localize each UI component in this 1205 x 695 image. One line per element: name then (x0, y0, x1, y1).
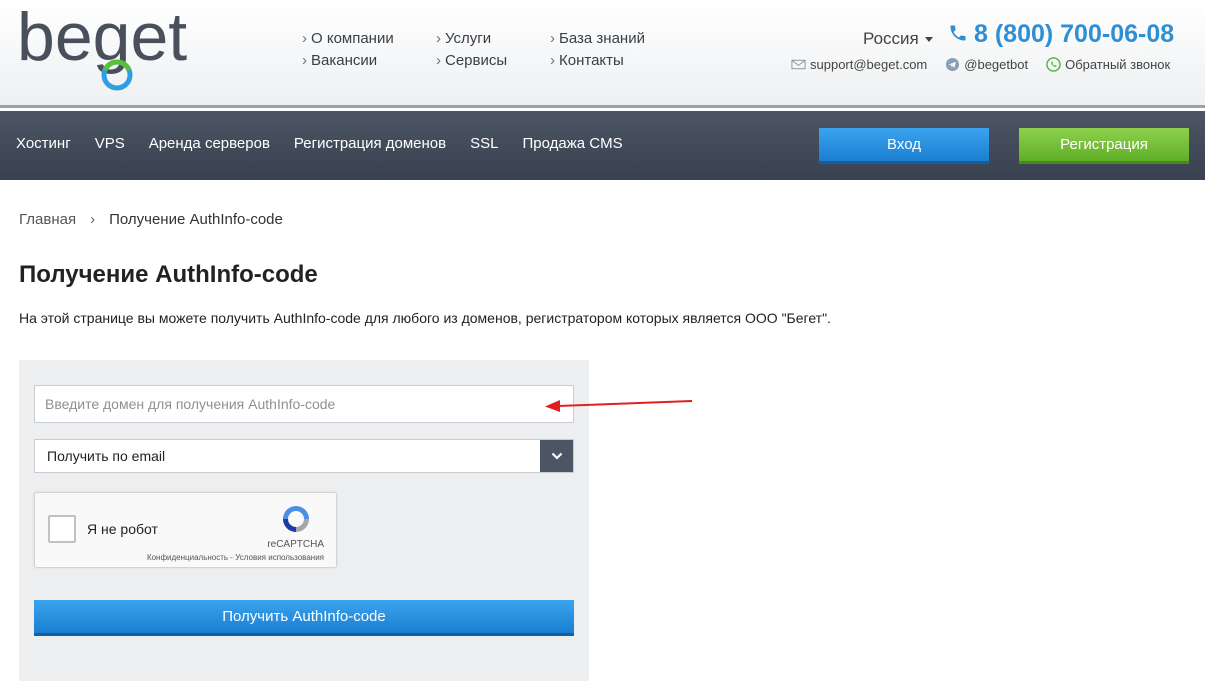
breadcrumb-separator: › (90, 211, 96, 228)
toplink-contacts[interactable]: › Контакты (550, 52, 670, 69)
nav-item-dedicated[interactable]: Аренда серверов (149, 135, 270, 152)
breadcrumb-current: Получение AuthInfo-code (109, 211, 283, 228)
region-selector[interactable]: Россия (863, 29, 933, 49)
recaptcha-widget: Я не робот reCAPTCHA Конфиденциальность … (34, 492, 337, 568)
top-header: beget › О компании › Услуги › База знаний ›… (0, 0, 1205, 108)
beget-logo-mark: beget (17, 0, 187, 91)
register-button[interactable]: Регистрация (1019, 128, 1189, 164)
recaptcha-label: Я не робот (87, 521, 158, 537)
nav-item-cms[interactable]: Продажа CMS (522, 135, 622, 152)
delivery-method-value: Получить по email (47, 448, 166, 464)
chevron-down-icon (551, 452, 562, 460)
main-nav: Хостинг VPS Аренда серверов Регистрация … (0, 111, 1205, 180)
nav-items: Хостинг VPS Аренда серверов Регистрация … (16, 135, 623, 152)
toplink-about[interactable]: › О компании (302, 30, 436, 47)
dropdown-toggle[interactable] (540, 440, 573, 472)
toplink-services[interactable]: › Услуги (436, 30, 550, 47)
envelope-icon (791, 59, 806, 70)
toplink-vacancies[interactable]: › Вакансии (302, 52, 436, 69)
whatsapp-phone-icon (1046, 57, 1061, 72)
page-title: Получение AuthInfo-code (19, 261, 318, 288)
recaptcha-brand: reCAPTCHA (267, 539, 324, 550)
callback-link[interactable]: Обратный звонок (1046, 57, 1170, 72)
nav-item-ssl[interactable]: SSL (470, 135, 498, 152)
chevron-right-icon: › (436, 52, 441, 69)
domain-input[interactable] (34, 385, 574, 423)
breadcrumb-home[interactable]: Главная (19, 211, 76, 228)
email-link[interactable]: support@beget.com (791, 57, 927, 72)
contact-links: support@beget.com @begetbot Обратный зво… (791, 57, 1170, 72)
annotation-arrow-icon (545, 400, 693, 412)
page-description: На этой странице вы можете получить Auth… (19, 310, 831, 326)
get-authinfo-button[interactable]: Получить AuthInfo-code (34, 600, 574, 636)
chevron-right-icon: › (436, 30, 441, 47)
chevron-right-icon: › (302, 52, 307, 69)
beget-logo[interactable]: beget (17, 0, 217, 100)
chevron-right-icon: › (302, 30, 307, 47)
authinfo-form: Получить по email Я не робот reCAPTCHA К… (19, 360, 589, 681)
toplink-tools[interactable]: › Сервисы (436, 52, 550, 69)
nav-item-vps[interactable]: VPS (95, 135, 125, 152)
telegram-link[interactable]: @begetbot (945, 57, 1028, 72)
phone-icon (950, 25, 966, 41)
recaptcha-logo-icon (283, 506, 309, 532)
delivery-method-select[interactable]: Получить по email (34, 439, 574, 473)
logo-text: beget (17, 0, 187, 75)
top-links: › О компании › Услуги › База знаний › Ваканс… (302, 30, 670, 69)
toplink-knowledge-base[interactable]: › База знаний (550, 30, 670, 47)
login-button[interactable]: Вход (819, 128, 989, 164)
recaptcha-terms[interactable]: Конфиденциальность - Условия использован… (147, 553, 324, 562)
telegram-icon (946, 57, 960, 72)
chevron-right-icon: › (550, 30, 555, 47)
phone-number[interactable]: 8 (800) 700-06-08 (948, 20, 1174, 49)
breadcrumb: Главная › Получение AuthInfo-code (19, 211, 283, 228)
chevron-right-icon: › (550, 52, 555, 69)
nav-item-hosting[interactable]: Хостинг (16, 135, 71, 152)
caret-down-icon (924, 37, 933, 43)
recaptcha-checkbox[interactable] (48, 515, 76, 543)
region-label: Россия (863, 29, 919, 48)
nav-item-domains[interactable]: Регистрация доменов (294, 135, 446, 152)
